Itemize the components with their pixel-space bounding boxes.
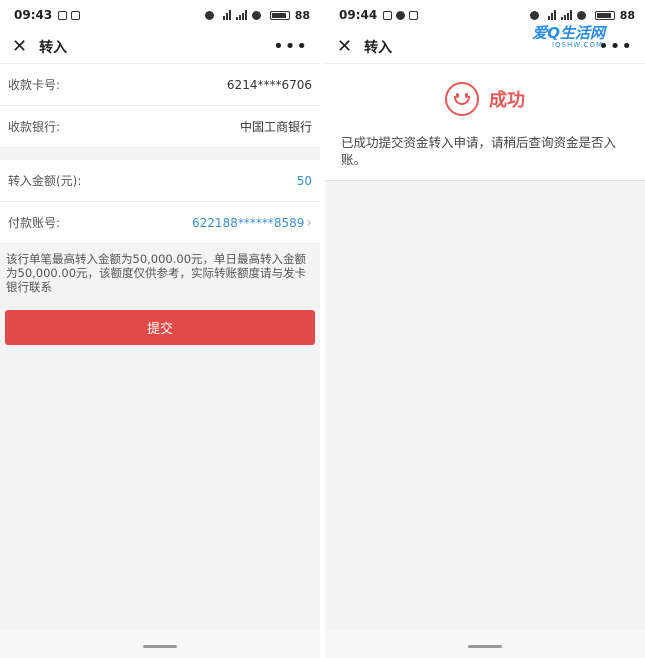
alarm-icon xyxy=(529,10,539,20)
limit-notice: 该行单笔最高转入金额为50,000.00元，单日最高转入金额为50,000.00… xyxy=(6,252,307,294)
payer-account-value[interactable]: 622188******8589 xyxy=(192,216,304,230)
notification-icon xyxy=(58,10,68,20)
payee-bank-label: 收款银行: xyxy=(8,120,61,134)
battery-icon xyxy=(269,10,290,20)
gesture-bar xyxy=(0,630,320,658)
alarm-icon xyxy=(204,10,214,20)
home-indicator[interactable] xyxy=(468,645,502,648)
more-icon[interactable]: ••• xyxy=(273,37,308,56)
hd-icon xyxy=(251,10,261,20)
home-indicator[interactable] xyxy=(143,645,177,648)
transfer-form-screen: 09:43 88 ✕ 转入 ••• 收款卡号: 6214****6706 收款银… xyxy=(0,0,320,658)
payer-account-label: 付款账号: xyxy=(8,216,61,230)
transfer-result-screen: 09:44 88 爱Q生活网 IQSHW.COM ✕ 转入 ••• 成功 已成功… xyxy=(325,0,645,658)
notification-icon xyxy=(396,10,406,20)
payer-account-row[interactable]: 付款账号: 622188******8589 › xyxy=(0,202,320,244)
notification-icon xyxy=(409,10,419,20)
wifi-icon xyxy=(222,10,231,20)
payee-bank-value: 中国工商银行 xyxy=(239,120,312,134)
page-title: 转入 xyxy=(364,39,393,56)
result-header: 成功 xyxy=(325,64,645,116)
smiley-icon xyxy=(445,82,479,116)
amount-label: 转入金额(元): xyxy=(8,174,82,188)
watermark-logo: 爱Q生活网 xyxy=(532,24,605,42)
payee-card-value: 6214****6706 xyxy=(226,77,312,92)
signal-icon xyxy=(560,10,572,20)
close-icon[interactable]: ✕ xyxy=(12,37,27,56)
wifi-icon xyxy=(547,10,556,20)
hd-icon xyxy=(576,10,586,20)
page-title: 转入 xyxy=(39,39,68,56)
payee-card-label: 收款卡号: xyxy=(8,78,61,92)
payee-card-row: 收款卡号: 6214****6706 xyxy=(0,64,320,106)
result-panel: 成功 已成功提交资金转入申请，请稍后查询资金是否入账。 xyxy=(325,64,645,181)
amount-row[interactable]: 转入金额(元): 50 xyxy=(0,160,320,202)
battery-icon xyxy=(594,10,615,20)
title-bar: ✕ 转入 ••• xyxy=(0,30,320,64)
gesture-bar xyxy=(325,630,645,658)
notification-icon xyxy=(383,10,393,20)
result-title: 成功 xyxy=(489,90,525,111)
submit-button[interactable]: 提交 xyxy=(5,310,315,345)
watermark-url: IQSHW.COM xyxy=(551,41,603,49)
payee-bank-row: 收款银行: 中国工商银行 xyxy=(0,106,320,148)
status-time: 09:44 xyxy=(339,8,378,22)
amount-input[interactable]: 50 xyxy=(297,174,312,188)
close-icon[interactable]: ✕ xyxy=(337,37,352,56)
result-message: 已成功提交资金转入申请，请稍后查询资金是否入账。 xyxy=(341,135,617,167)
status-bar: 09:43 88 xyxy=(0,0,320,30)
chevron-right-icon[interactable]: › xyxy=(306,215,312,231)
status-time: 09:43 xyxy=(14,8,53,22)
battery-level: 88 xyxy=(294,8,310,22)
battery-level: 88 xyxy=(619,8,635,22)
signal-icon xyxy=(235,10,247,20)
notification-icon xyxy=(71,10,81,20)
